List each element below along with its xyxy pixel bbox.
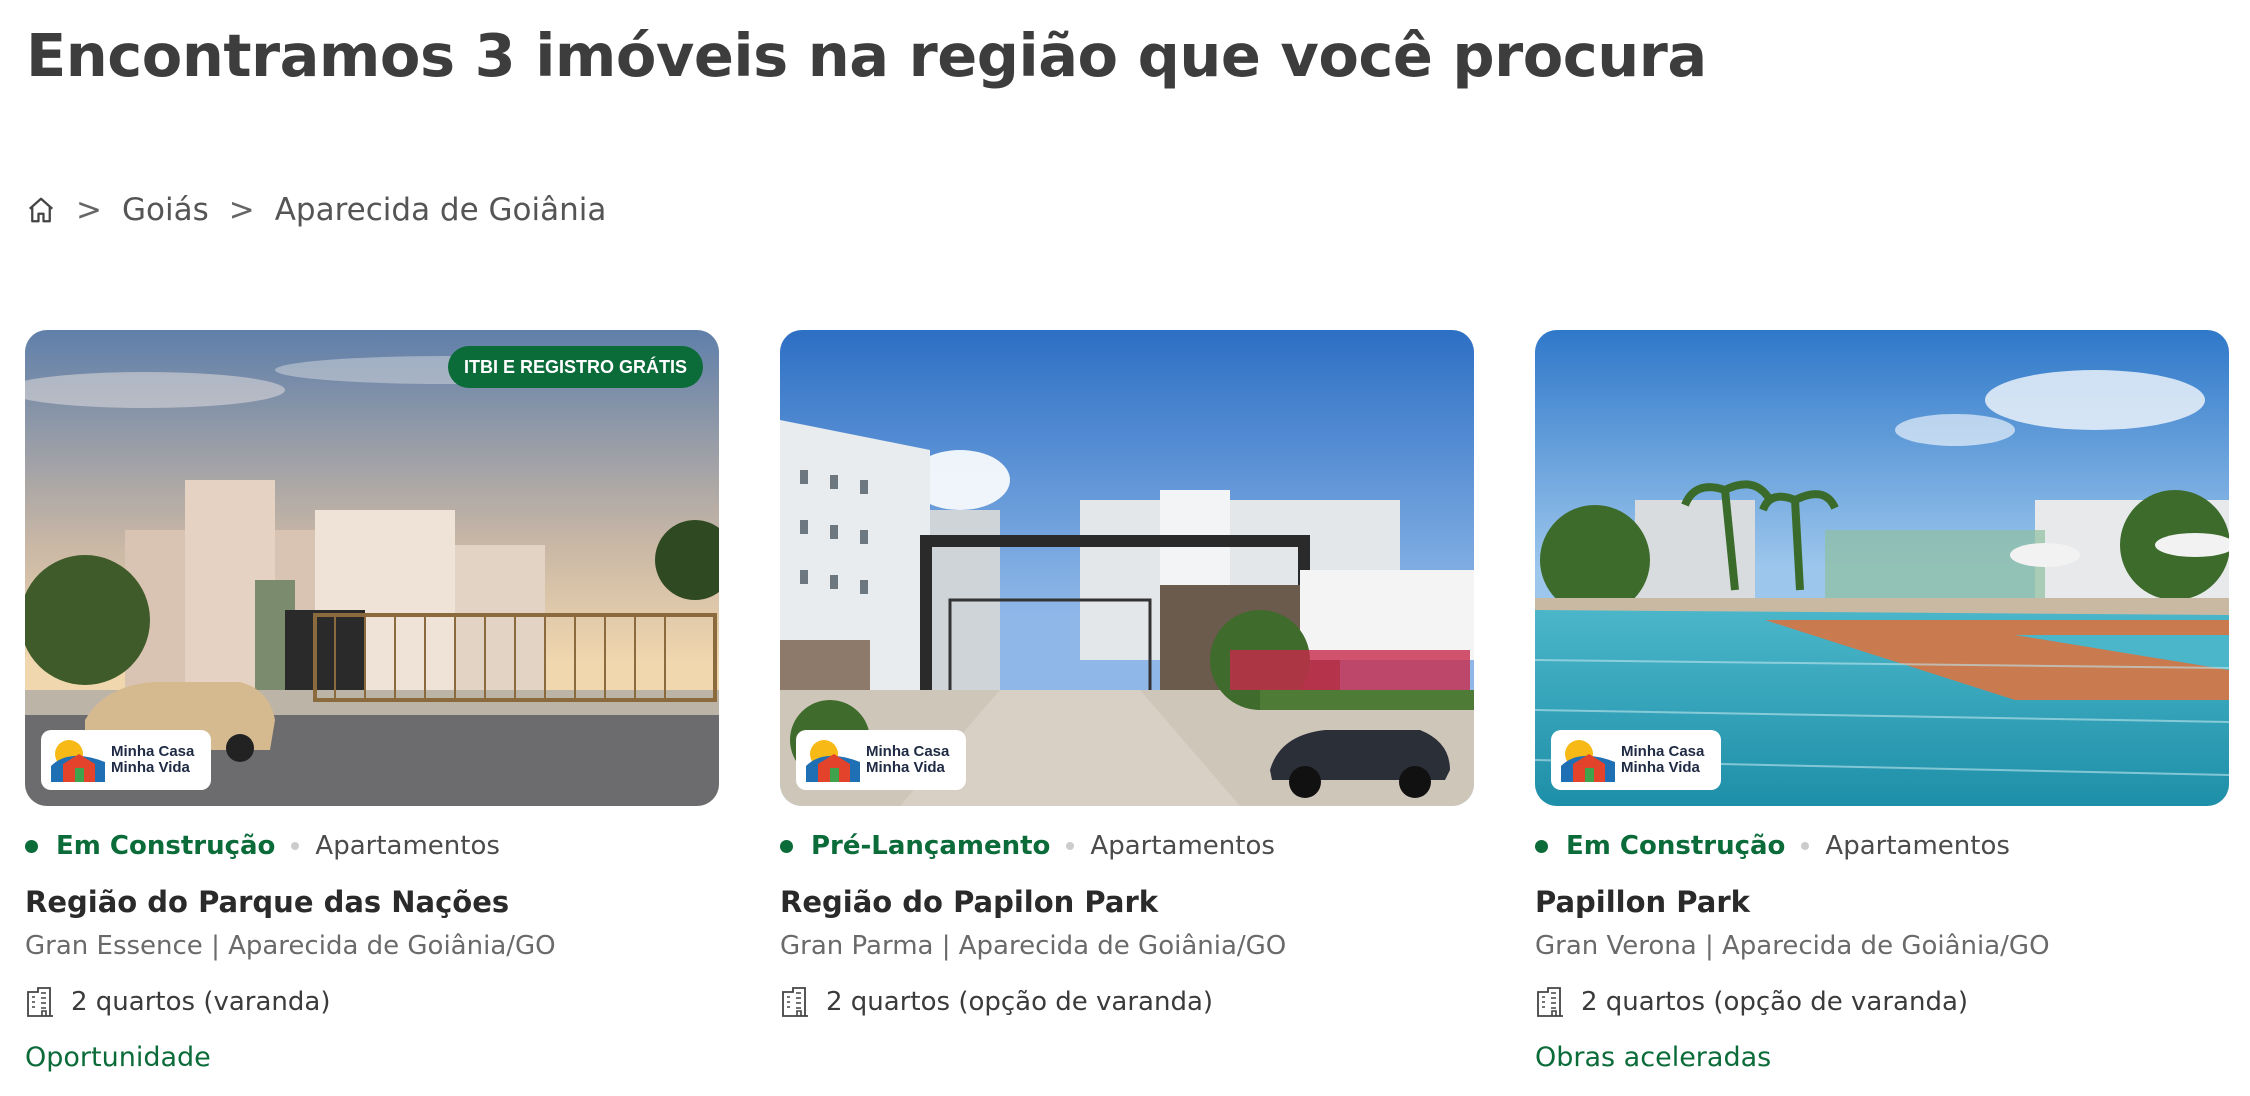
status-dot: [1535, 839, 1548, 853]
rooms-label: 2 quartos (varanda): [71, 987, 331, 1017]
minha-casa-minha-vida-logo: Minha Casa Minha Vida: [41, 730, 211, 790]
home-icon[interactable]: [26, 195, 56, 225]
building-icon: [1537, 987, 1563, 1017]
logo-text-line1: Minha Casa: [866, 743, 950, 760]
status-label: Em Construção: [56, 831, 276, 861]
property-subtitle: Gran Verona | Aparecida de Goiânia/GO: [1535, 931, 2050, 961]
rooms-info: 2 quartos (opção de varanda): [780, 984, 1474, 1020]
property-card[interactable]: ITBI E REGISTRO GRÁTIS Minha Casa Minha …: [25, 330, 719, 1076]
rooms-label: 2 quartos (opção de varanda): [826, 987, 1214, 1017]
rooms-label: 2 quartos (opção de varanda): [1581, 987, 1969, 1017]
breadcrumb-item-state[interactable]: Goiás: [122, 192, 209, 228]
property-type: Apartamentos: [1090, 831, 1275, 861]
breadcrumb-separator: >: [228, 192, 255, 228]
logo-text-line1: Minha Casa: [111, 743, 195, 760]
status-dot: [780, 839, 793, 853]
house-logo-icon: [806, 740, 860, 782]
card-meta: Em Construção Apartamentos: [25, 828, 719, 864]
property-image[interactable]: Minha Casa Minha Vida: [1535, 330, 2229, 806]
property-title[interactable]: Região do Papilon Park: [780, 882, 1474, 922]
property-card[interactable]: Minha Casa Minha Vida Em Construção Apar…: [1535, 330, 2229, 1076]
breadcrumb: > Goiás > Aparecida de Goiânia: [26, 188, 626, 232]
meta-separator-dot: [1801, 842, 1810, 850]
card-meta: Pré-Lançamento Apartamentos: [780, 828, 1474, 864]
building-icon: [782, 987, 808, 1017]
promo-badge: ITBI E REGISTRO GRÁTIS: [447, 346, 703, 388]
breadcrumb-separator: >: [76, 192, 102, 228]
status-dot: [25, 839, 38, 853]
meta-separator-dot: [1066, 842, 1075, 850]
page-title: Encontramos 3 imóveis na região que você…: [26, 21, 1707, 90]
minha-casa-minha-vida-logo: Minha Casa Minha Vida: [1551, 730, 1721, 790]
card-meta: Em Construção Apartamentos: [1535, 828, 2229, 864]
minha-casa-minha-vida-logo: Minha Casa Minha Vida: [796, 730, 966, 790]
meta-separator-dot: [291, 842, 300, 850]
property-subtitle: Gran Parma | Aparecida de Goiânia/GO: [780, 931, 1287, 961]
highlight-tag-link[interactable]: Obras aceleradas: [1535, 1040, 2229, 1076]
house-logo-icon: [51, 740, 105, 782]
logo-text-line2: Minha Vida: [866, 759, 945, 776]
house-logo-icon: [1561, 740, 1615, 782]
logo-text-line2: Minha Vida: [1621, 759, 1700, 776]
property-card[interactable]: Minha Casa Minha Vida Pré-Lançamento Apa…: [780, 330, 1474, 1020]
property-image[interactable]: ITBI E REGISTRO GRÁTIS Minha Casa Minha …: [25, 330, 719, 806]
property-title[interactable]: Papillon Park: [1535, 882, 2229, 922]
building-icon: [27, 987, 53, 1017]
logo-text-line1: Minha Casa: [1621, 743, 1705, 760]
rooms-info: 2 quartos (opção de varanda): [1535, 984, 2229, 1020]
status-label: Pré-Lançamento: [811, 831, 1051, 861]
property-type: Apartamentos: [315, 831, 500, 861]
property-subtitle: Gran Essence | Aparecida de Goiânia/GO: [25, 931, 556, 961]
property-title[interactable]: Região do Parque das Nações: [25, 882, 719, 922]
status-label: Em Construção: [1566, 831, 1786, 861]
highlight-tag-link[interactable]: Oportunidade: [25, 1040, 719, 1076]
property-type: Apartamentos: [1825, 831, 2010, 861]
property-image[interactable]: Minha Casa Minha Vida: [780, 330, 1474, 806]
breadcrumb-item-city[interactable]: Aparecida de Goiânia: [275, 192, 607, 228]
logo-text-line2: Minha Vida: [111, 759, 190, 776]
rooms-info: 2 quartos (varanda): [25, 984, 719, 1020]
